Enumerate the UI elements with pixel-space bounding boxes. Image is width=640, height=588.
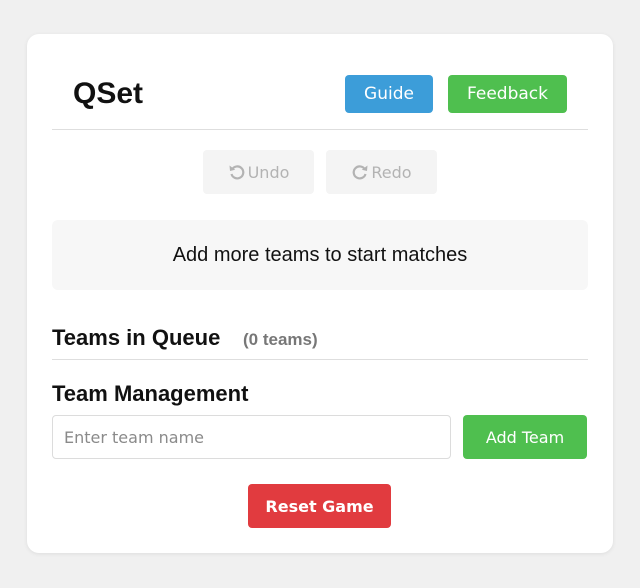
main-card: QSet Guide Feedback Undo Redo Add more t… bbox=[27, 34, 613, 553]
guide-button[interactable]: Guide bbox=[345, 75, 433, 113]
add-team-button[interactable]: Add Team bbox=[463, 415, 587, 459]
feedback-button[interactable]: Feedback bbox=[448, 75, 567, 113]
app-title: QSet bbox=[73, 77, 144, 110]
redo-button[interactable]: Redo bbox=[326, 150, 437, 194]
status-notice-text: Add more teams to start matches bbox=[172, 243, 468, 266]
undo-button[interactable]: Undo bbox=[203, 150, 314, 194]
queue-count: (0 teams) bbox=[243, 330, 318, 349]
status-notice: Add more teams to start matches bbox=[52, 220, 588, 290]
undo-label: Undo bbox=[247, 162, 290, 182]
reset-game-button[interactable]: Reset Game bbox=[248, 484, 391, 528]
team-name-input[interactable] bbox=[52, 415, 451, 459]
redo-label: Redo bbox=[371, 162, 412, 182]
undo-icon bbox=[228, 163, 246, 181]
team-management-title: Team Management bbox=[52, 381, 249, 406]
queue-divider bbox=[52, 359, 588, 360]
queue-title: Teams in Queue bbox=[52, 325, 221, 350]
redo-icon bbox=[351, 163, 369, 181]
header-divider bbox=[52, 129, 588, 130]
